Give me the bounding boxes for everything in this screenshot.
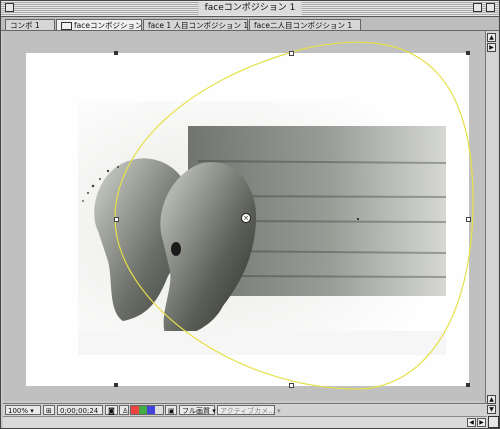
close-box[interactable]	[5, 3, 14, 12]
timecode-display[interactable]: 0;00;00;24	[57, 405, 103, 415]
path-keyframe-dot[interactable]	[357, 218, 359, 220]
tab-comp-1[interactable]: コンポ 1	[5, 19, 55, 30]
horizontal-scrollbar[interactable]: ◀ ▶	[3, 416, 487, 428]
camera-value: アクティブカメ...	[220, 407, 275, 415]
layer-handle-top-right[interactable]	[466, 51, 470, 55]
vertical-scrollbar[interactable]: ▲ ▶ ▲ ▼	[485, 31, 498, 417]
collapse-box[interactable]	[486, 3, 495, 12]
layer-handle-right-middle[interactable]	[466, 217, 471, 222]
scroll-menu-arrow-icon[interactable]: ▶	[487, 43, 496, 52]
anchor-point-icon[interactable]: ×	[241, 213, 251, 223]
zoom-value: 100%	[8, 407, 29, 415]
tab-label: コンポ 1	[10, 21, 40, 30]
scroll-down-icon[interactable]: ▼	[487, 405, 496, 414]
layer-handle-left-middle[interactable]	[114, 217, 119, 222]
snapshot-camera-icon[interactable]: ◙	[105, 405, 118, 415]
layer-handle-top-middle[interactable]	[289, 51, 294, 56]
tab-face-first-comp[interactable]: face 1 人目コンポジション 1	[143, 19, 248, 30]
tab-label: face 1 人目コンポジション 1	[148, 21, 248, 30]
layer-handle-bottom-middle[interactable]	[289, 383, 294, 388]
tab-bar: コンポ 1 faceコンポジション 1 face 1 人目コンポジション 1 f…	[1, 17, 499, 31]
window-title: faceコンポジション 1	[198, 2, 302, 15]
layer-handle-bottom-left[interactable]	[114, 383, 118, 387]
safe-zones-icon[interactable]: ⊞	[43, 405, 55, 415]
tab-label: faceコンポジション 1	[74, 21, 142, 30]
resolution-menu[interactable]: フル画質 ▾	[179, 405, 216, 415]
composition-window: faceコンポジション 1 コンポ 1 faceコンポジション 1 face 1…	[0, 0, 500, 429]
title-bar[interactable]: faceコンポジション 1	[1, 1, 499, 17]
tab-label: face二人目コンポジション 1	[254, 21, 353, 30]
zoom-menu[interactable]: 100% ▾	[5, 405, 41, 415]
composition-viewer[interactable]: ×	[3, 31, 487, 401]
region-of-interest-icon[interactable]: ▣	[165, 405, 177, 415]
scroll-up-arrow-icon[interactable]: ▲	[487, 33, 496, 42]
camera-view-menu[interactable]: アクティブカメ... ▾	[217, 405, 281, 415]
scroll-up-icon[interactable]: ▲	[487, 395, 496, 404]
resize-grip-icon[interactable]	[488, 416, 499, 428]
zoom-box[interactable]	[473, 3, 482, 12]
tab-face-comp-1[interactable]: faceコンポジション 1	[56, 19, 142, 30]
tab-face-second-comp[interactable]: face二人目コンポジション 1	[249, 19, 361, 30]
layer-handle-bottom-right[interactable]	[466, 383, 470, 387]
show-snapshot-icon[interactable]: ♙	[119, 405, 129, 415]
color-channels-icon[interactable]	[130, 405, 164, 415]
layer-handle-top-left[interactable]	[114, 51, 118, 55]
scroll-right-icon[interactable]: ▶	[477, 418, 486, 427]
viewer-toolbar: 100% ▾ ⊞ 0;00;00;24 ◙ ♙ ▣ フル画質 ▾ アクティブカメ…	[3, 403, 487, 416]
scroll-left-icon[interactable]: ◀	[467, 418, 476, 427]
resolution-value: フル画質	[182, 407, 210, 415]
composition-icon	[61, 22, 72, 30]
timecode-value: 0;00;00;24	[60, 407, 99, 415]
